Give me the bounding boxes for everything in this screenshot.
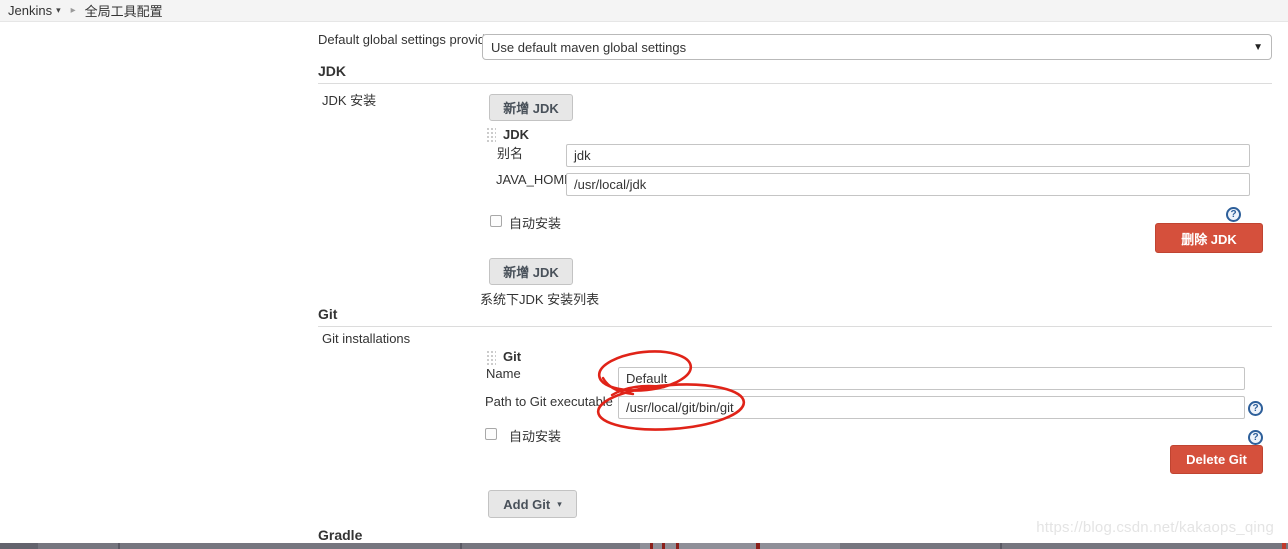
add-jdk-button-bottom[interactable]: 新增 JDK — [489, 258, 573, 285]
help-icon[interactable]: ? — [1248, 430, 1263, 445]
bottom-bar-segment — [640, 543, 840, 549]
jdk-item-title: JDK — [503, 127, 529, 142]
chevron-down-icon: ▾ — [557, 499, 562, 510]
git-path-input[interactable]: /usr/local/git/bin/git — [618, 396, 1245, 419]
git-auto-install-checkbox[interactable] — [485, 428, 497, 440]
bottom-bar-red-tick — [756, 543, 760, 549]
bottom-bar-divider — [460, 543, 462, 549]
bottom-edge-bar — [0, 543, 1288, 549]
java-home-input[interactable]: /usr/local/jdk — [566, 173, 1250, 196]
breadcrumb-root-label: Jenkins — [8, 3, 52, 18]
bottom-bar-divider — [1000, 543, 1002, 549]
git-auto-install-label: 自动安装 — [509, 426, 561, 445]
bottom-bar-red-tick — [676, 543, 679, 549]
help-icon[interactable]: ? — [1248, 401, 1263, 416]
add-jdk-button-top[interactable]: 新增 JDK — [489, 94, 573, 121]
jdk-section-header: JDK — [318, 63, 1272, 84]
drag-handle-icon[interactable] — [486, 127, 496, 143]
git-name-input[interactable]: Default — [618, 367, 1245, 390]
git-installations-label: Git installations — [322, 331, 410, 346]
git-name-label: Name — [486, 366, 521, 381]
bottom-bar-segment — [0, 543, 38, 549]
jdk-alias-input[interactable]: jdk — [566, 144, 1250, 167]
breadcrumb-jenkins-menu[interactable]: Jenkins ▾ — [8, 3, 61, 18]
gradle-section-header: Gradle — [318, 527, 362, 543]
bottom-bar-red-tick — [1282, 543, 1286, 549]
chevron-down-icon: ▾ — [56, 5, 61, 16]
breadcrumb: Jenkins ▾ ▸ 全局工具配置 — [0, 0, 1288, 22]
bottom-bar-red-tick — [662, 543, 665, 549]
breadcrumb-separator-icon: ▸ — [71, 5, 76, 16]
delete-git-button[interactable]: Delete Git — [1170, 445, 1263, 474]
add-git-button[interactable]: Add Git ▾ — [488, 490, 577, 518]
bottom-bar-red-tick — [650, 543, 653, 549]
default-global-settings-provider-select[interactable]: Use default maven global settings ▼ — [482, 34, 1272, 60]
bottom-bar-divider — [118, 543, 120, 549]
git-path-label: Path to Git executable — [485, 394, 613, 409]
java-home-label: JAVA_HOME — [496, 172, 573, 187]
jenkins-global-tool-configuration-page: Jenkins ▾ ▸ 全局工具配置 Default global settin… — [0, 0, 1288, 549]
delete-jdk-button[interactable]: 删除 JDK — [1155, 223, 1263, 253]
select-caret-icon: ▼ — [1253, 42, 1263, 53]
csdn-watermark: https://blog.csdn.net/kakaops_qing — [1036, 519, 1274, 536]
drag-handle-icon[interactable] — [486, 350, 496, 366]
git-section-header: Git — [318, 306, 1272, 327]
default-global-settings-provider-label: Default global settings provider — [318, 32, 478, 47]
add-git-button-label: Add Git — [503, 497, 550, 512]
jdk-auto-install-label: 自动安装 — [509, 213, 561, 232]
help-icon[interactable]: ? — [1226, 207, 1241, 222]
breadcrumb-page-title[interactable]: 全局工具配置 — [85, 1, 163, 20]
select-value: Use default maven global settings — [491, 40, 1253, 55]
jdk-installations-label: JDK 安装 — [322, 90, 376, 109]
jdk-auto-install-checkbox[interactable] — [490, 215, 502, 227]
jdk-alias-label: 别名 — [497, 143, 523, 162]
git-item-title: Git — [503, 349, 521, 364]
